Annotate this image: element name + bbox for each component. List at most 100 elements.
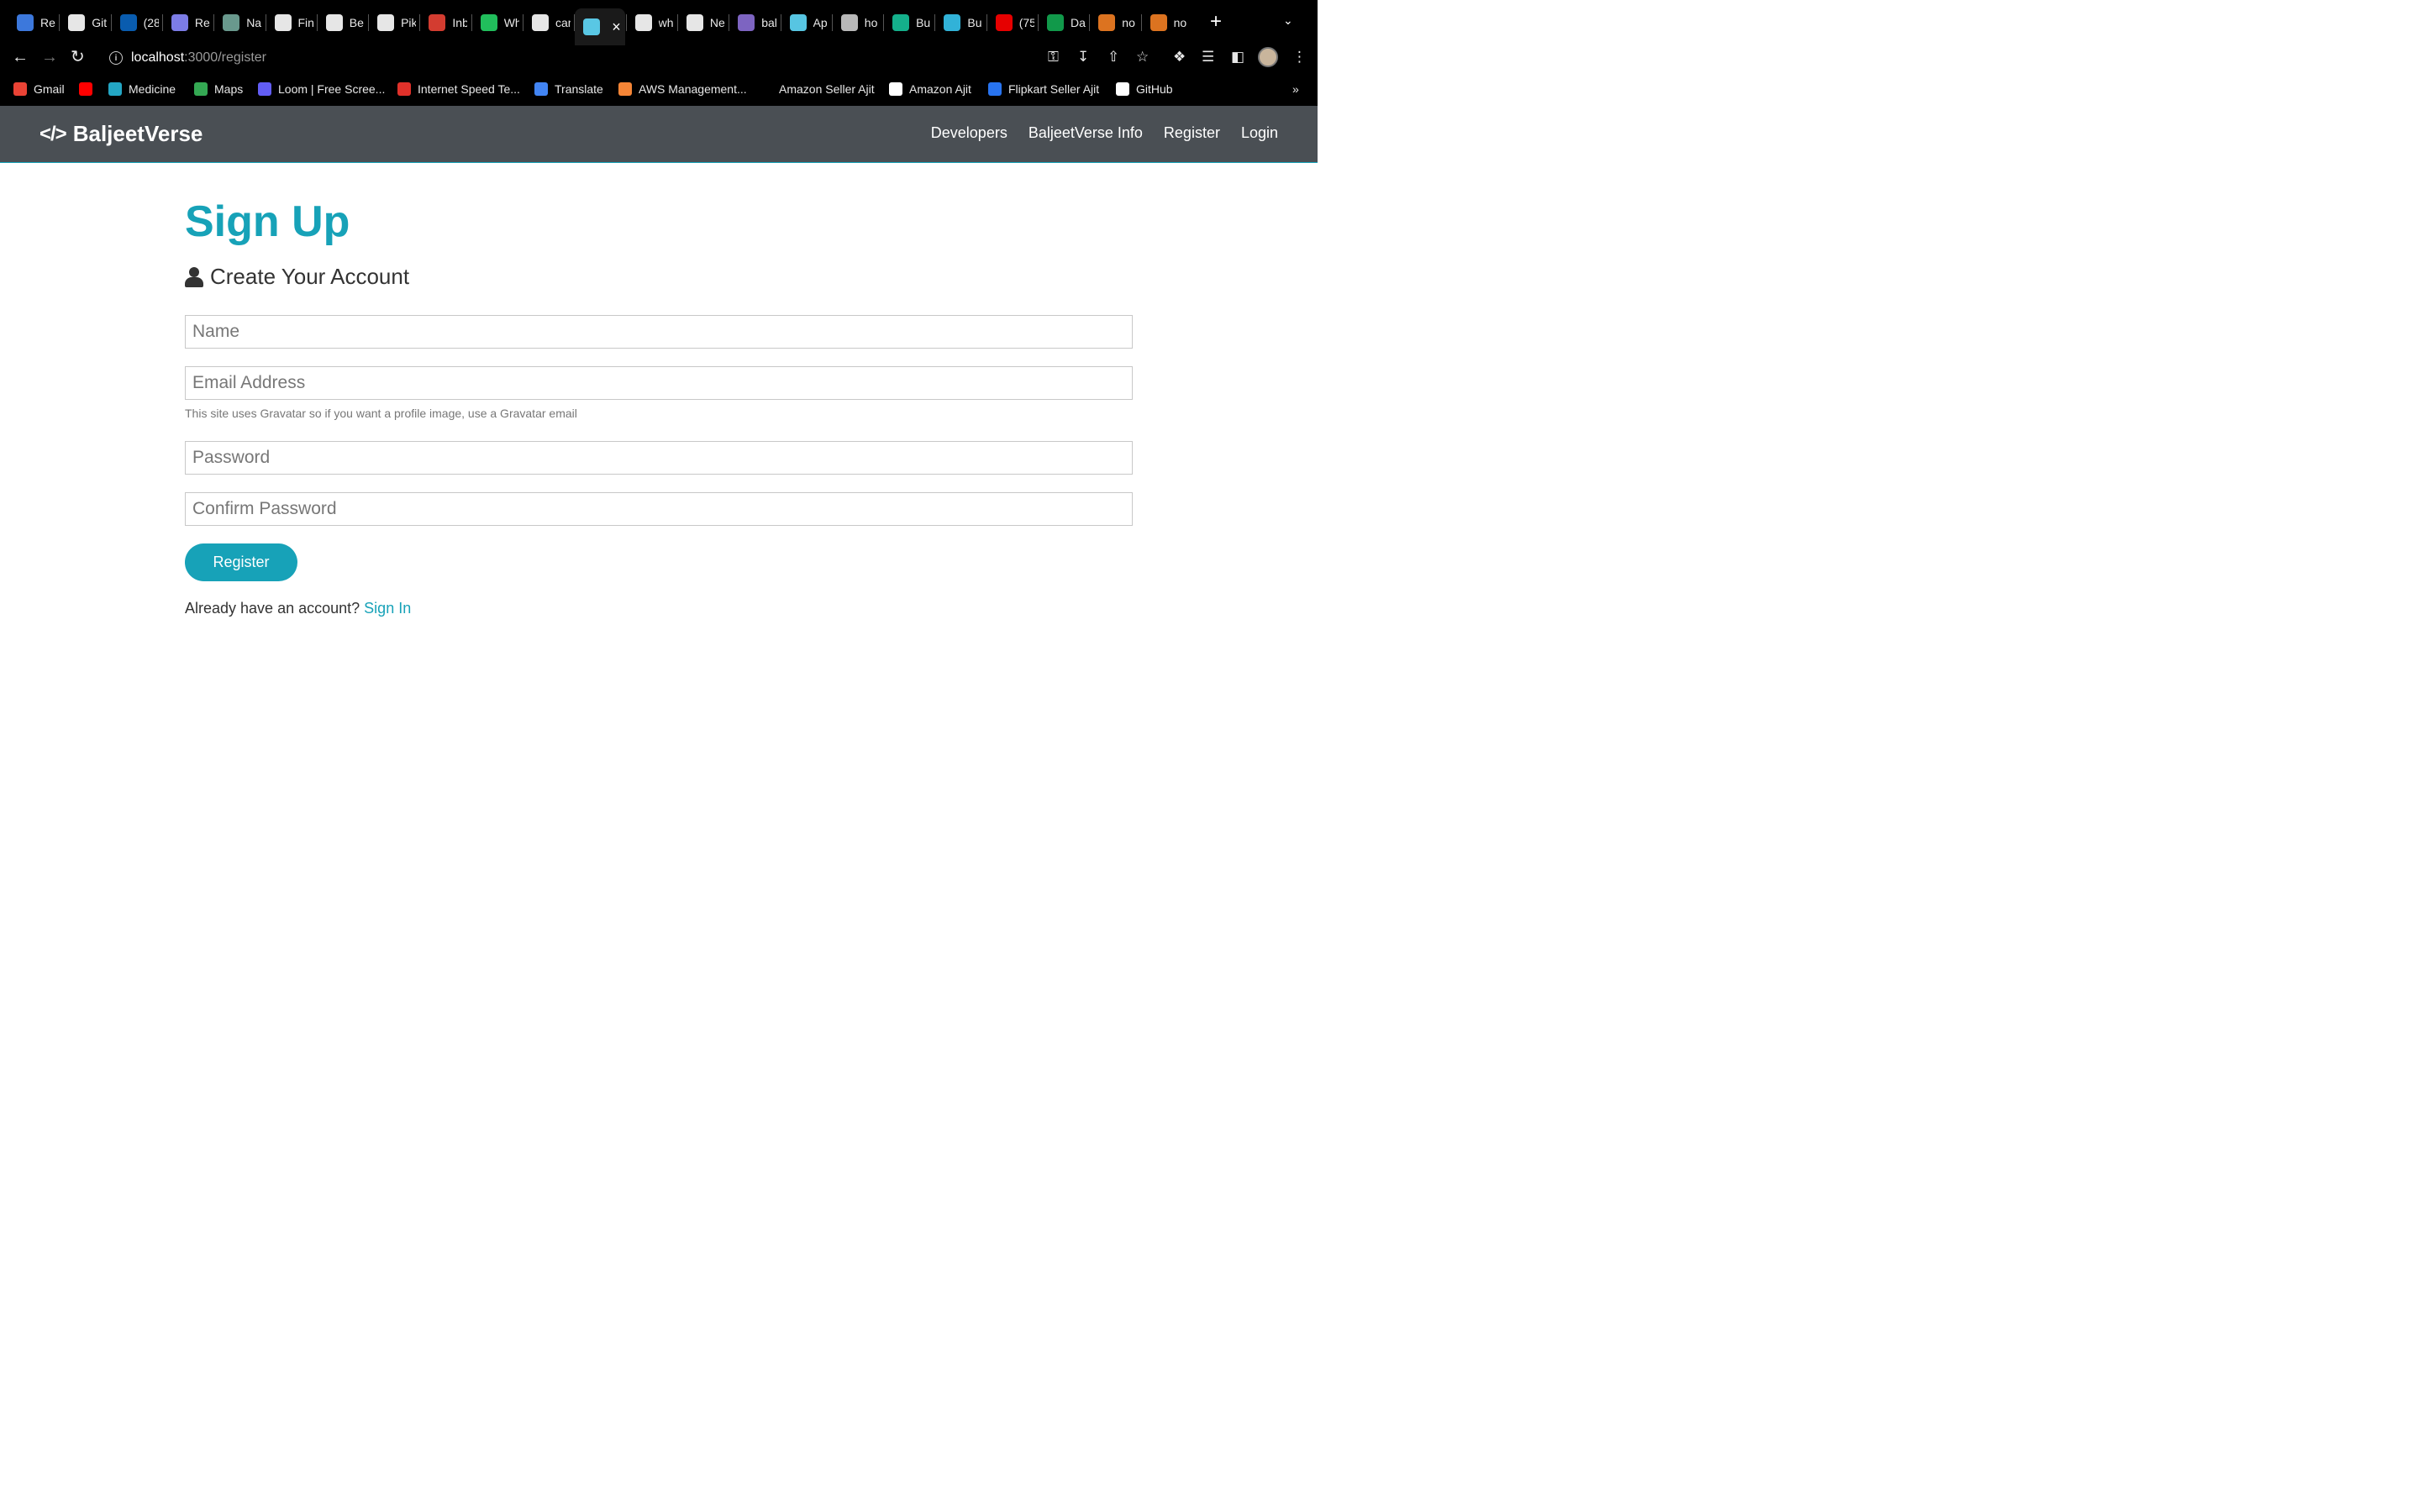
- confirm-password-input[interactable]: [185, 492, 1133, 526]
- browser-tab[interactable]: no: [1142, 8, 1192, 37]
- tab-title: car: [555, 16, 571, 29]
- browser-tab[interactable]: (75: [987, 8, 1037, 37]
- browser-menu-icon[interactable]: ⋮: [1292, 49, 1307, 66]
- tab-separator: [676, 14, 678, 31]
- gmail-icon: [429, 14, 446, 31]
- signin-link[interactable]: Sign In: [364, 600, 411, 617]
- bookmark-item[interactable]: Internet Speed Te...: [397, 82, 520, 96]
- tab-separator: [419, 14, 421, 31]
- side-panel-icon[interactable]: ◧: [1231, 49, 1244, 66]
- password-input[interactable]: [185, 441, 1133, 475]
- bookmark-item[interactable]: Maps: [194, 82, 243, 96]
- back-arrow-icon[interactable]: ←: [12, 47, 29, 67]
- browser-tab[interactable]: Ne: [678, 8, 728, 37]
- bookmark-item[interactable]: Flipkart Seller Ajit: [988, 82, 1099, 96]
- browser-tab[interactable]: Wh: [472, 8, 522, 37]
- bookmark-item[interactable]: Amazon Ajit: [889, 82, 971, 96]
- signin-prompt-text: Already have an account?: [185, 600, 360, 617]
- bookmark-item[interactable]: [79, 82, 99, 96]
- bookmark-label: AWS Management...: [639, 82, 747, 96]
- browser-tab[interactable]: wh: [627, 8, 676, 37]
- email-help-text: This site uses Gravatar so if you want a…: [185, 407, 577, 420]
- browser-tab[interactable]: Na: [214, 8, 264, 37]
- tab-search-chevron-icon[interactable]: ⌄: [1283, 13, 1293, 28]
- brand-link[interactable]: </> BaljeetVerse: [39, 121, 203, 147]
- stackoverflow-icon: [1098, 14, 1116, 31]
- browser-tab[interactable]: Pik: [369, 8, 418, 37]
- browser-tab[interactable]: no: [1090, 8, 1139, 37]
- forward-arrow-icon[interactable]: →: [41, 47, 58, 67]
- browser-tab[interactable]: Bu: [884, 8, 934, 37]
- medicine-icon: [108, 82, 122, 96]
- tab-title: Re: [194, 16, 210, 29]
- close-tab-icon[interactable]: ×: [612, 18, 621, 36]
- w-icon: [274, 14, 292, 31]
- share-icon[interactable]: ⇧: [1107, 49, 1119, 66]
- reload-icon[interactable]: ↻: [71, 47, 85, 67]
- bookmark-item[interactable]: Loom | Free Scree...: [258, 82, 385, 96]
- tab-title: Bu: [916, 16, 931, 29]
- bookmark-label: Amazon Seller Ajit: [779, 82, 875, 96]
- bookmark-label: Amazon Ajit: [909, 82, 971, 96]
- slack-icon: [944, 14, 961, 31]
- nav-link-login[interactable]: Login: [1241, 124, 1278, 142]
- github-icon: [1116, 82, 1129, 96]
- site-info-icon[interactable]: i: [109, 51, 123, 65]
- name-input[interactable]: [185, 315, 1133, 349]
- tab-title: Bu: [967, 16, 982, 29]
- browser-tab[interactable]: Git: [60, 8, 109, 37]
- browser-tab[interactable]: (28: [112, 8, 161, 37]
- react-icon: [789, 14, 807, 31]
- nav-link-info[interactable]: BaljeetVerse Info: [1028, 124, 1143, 142]
- browser-tab[interactable]: Bu: [935, 8, 985, 37]
- bookmark-item[interactable]: Medicine: [108, 82, 176, 96]
- nav-link-developers[interactable]: Developers: [931, 124, 1007, 142]
- browser-tab[interactable]: Ap: [781, 8, 831, 37]
- new-tab-button[interactable]: +: [1210, 12, 1222, 32]
- install-app-icon[interactable]: ↧: [1077, 49, 1089, 66]
- address-bar[interactable]: i localhost:3000/register: [109, 49, 266, 67]
- bookmark-item[interactable]: Amazon Seller Ajit: [759, 82, 875, 96]
- bookmark-item[interactable]: GitHub: [1116, 82, 1173, 96]
- bookmarks-overflow-button[interactable]: »: [1292, 82, 1299, 96]
- tab-separator: [1140, 14, 1142, 31]
- profile-avatar[interactable]: [1258, 47, 1278, 67]
- translate-icon: [534, 82, 548, 96]
- bookmark-item[interactable]: AWS Management...: [618, 82, 747, 96]
- tab-separator: [1089, 14, 1091, 31]
- cloud-icon: [377, 14, 395, 31]
- bookmark-item[interactable]: Gmail: [13, 82, 65, 96]
- browser-tab[interactable]: ×: [575, 8, 625, 45]
- email-input[interactable]: [185, 366, 1133, 400]
- tab-separator: [986, 14, 987, 31]
- bookmark-item[interactable]: Translate: [534, 82, 603, 96]
- url-host: localhost: [131, 50, 185, 65]
- browser-tab[interactable]: Be: [318, 8, 367, 37]
- browser-tab[interactable]: Inb: [420, 8, 470, 37]
- register-button[interactable]: Register: [185, 543, 297, 581]
- tab-title: no: [1173, 16, 1187, 29]
- browser-tab[interactable]: Fin: [266, 8, 316, 37]
- amazon-icon: [759, 82, 772, 96]
- browser-tab[interactable]: Da: [1039, 8, 1088, 37]
- tab-separator: [368, 14, 370, 31]
- github-icon: [68, 14, 86, 31]
- user-icon: [185, 265, 203, 289]
- extensions-puzzle-icon[interactable]: ❖: [1173, 49, 1186, 66]
- tab-separator: [883, 14, 885, 31]
- tab-separator: [625, 14, 627, 31]
- media-queue-icon[interactable]: ☰: [1202, 49, 1214, 66]
- browser-tab[interactable]: ho: [833, 8, 882, 37]
- bookmark-star-icon[interactable]: ☆: [1136, 49, 1149, 66]
- tab-title: Pik: [401, 16, 417, 29]
- key-icon[interactable]: ⚿: [1048, 49, 1059, 66]
- signin-prompt: Already have an account? Sign In: [185, 600, 411, 617]
- browser-tab[interactable]: Re: [163, 8, 213, 37]
- code-icon: </>: [39, 122, 67, 145]
- brand-name: BaljeetVerse: [72, 121, 203, 146]
- browser-tab[interactable]: Re: [8, 8, 58, 37]
- browser-tab[interactable]: car: [523, 8, 573, 37]
- browser-tab[interactable]: bal: [729, 8, 779, 37]
- circle-icon: [738, 14, 755, 31]
- nav-link-register[interactable]: Register: [1164, 124, 1220, 142]
